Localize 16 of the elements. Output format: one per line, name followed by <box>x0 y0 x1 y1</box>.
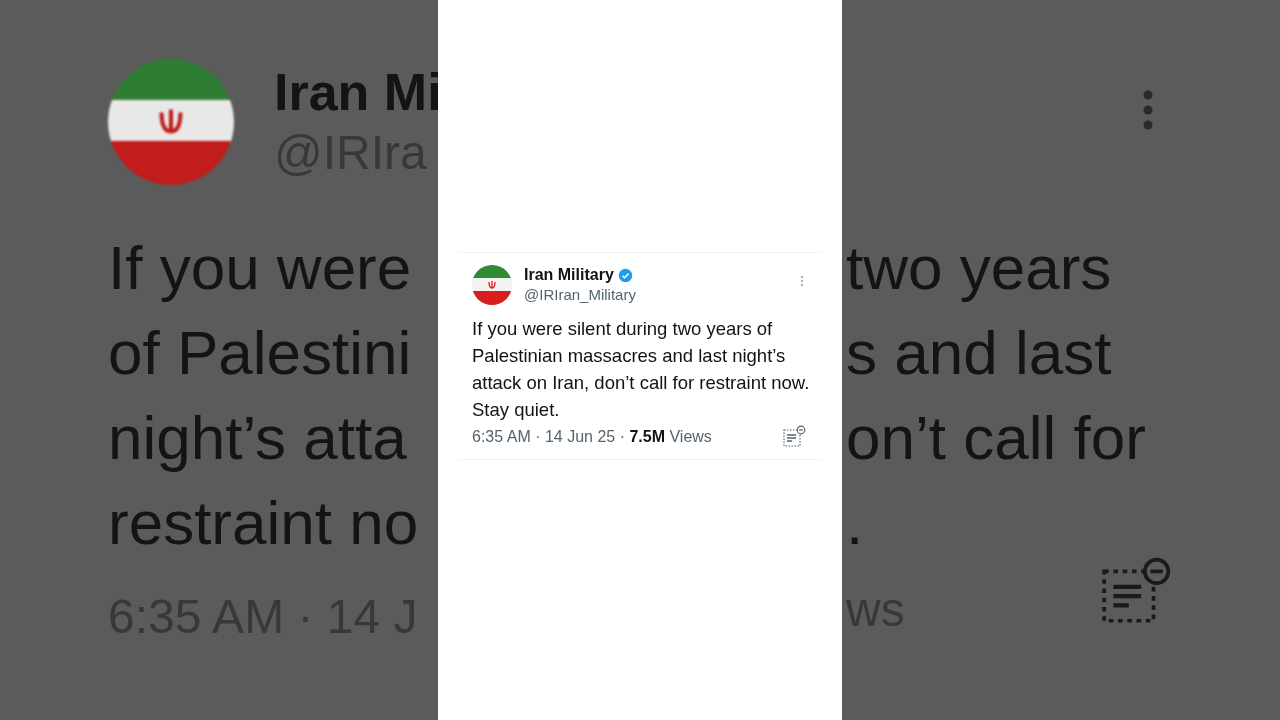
tweet-text-line: . <box>846 487 864 559</box>
author-name: Iran Mi <box>274 61 438 123</box>
tweet-text-line: restraint no <box>108 487 420 559</box>
tweet-text: If you were silent during two years of Palestinian massacres and last night’s attack on Iran, don’t call for restraint now. Stay quiet. <box>472 317 811 422</box>
tweet-text-line: If you were <box>108 232 413 304</box>
tweet-text-line: s and last <box>846 317 1112 389</box>
tweet-text-line: of Palestini <box>108 317 413 389</box>
more-options-icon <box>1142 89 1154 131</box>
tweet-meta: 6:35 AM · 14 Jun 25 · 7.5M Views <box>472 427 712 447</box>
author-name[interactable]: Iran Military <box>524 265 614 285</box>
tweet-text-line: two years <box>846 232 1112 304</box>
notes-icon[interactable] <box>782 425 806 449</box>
tweet-text-line: night’s atta <box>108 402 408 474</box>
flag-avatar <box>472 265 512 305</box>
tweet-text-line: on’t call for <box>846 402 1146 474</box>
author-handle[interactable]: @IRIran_Military <box>524 285 800 305</box>
